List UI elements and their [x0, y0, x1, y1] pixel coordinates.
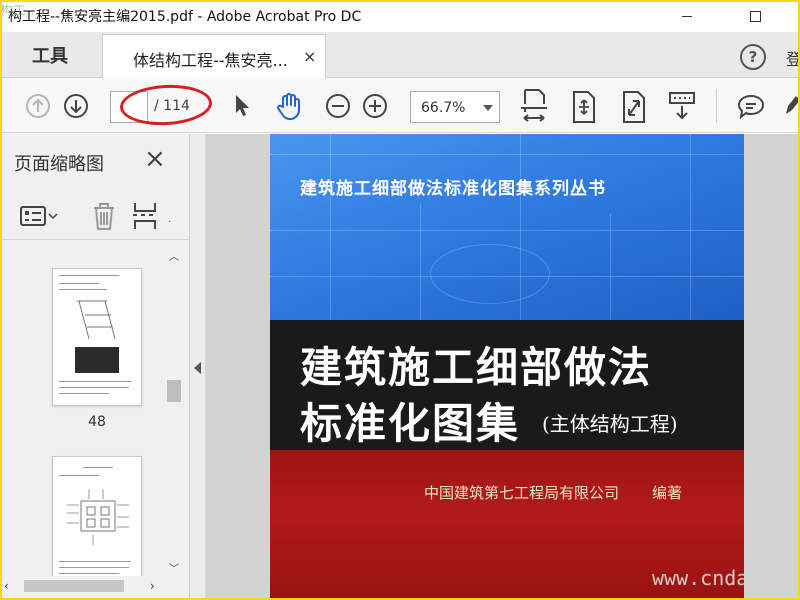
scroll-mode-icon [669, 92, 695, 120]
document-right-edge [792, 134, 800, 600]
thumbnail-options-button[interactable] [16, 200, 60, 232]
red-annotation-oval [119, 82, 213, 128]
signin-link[interactable]: 登 [786, 46, 800, 70]
window-title: 构工程--焦安亮主编2015.pdf - Adobe Acrobat Pro D… [8, 9, 362, 25]
chevron-right-icon[interactable]: › [150, 579, 155, 593]
tab-bar: 工具 体结构工程--焦安亮... × ? 登 [0, 32, 800, 78]
cover-editor-role: 编著 [652, 484, 683, 502]
collapse-left-icon [194, 362, 201, 374]
chevron-down-icon[interactable]: ﹀ [169, 560, 179, 575]
tab-tools[interactable]: 工具 [0, 32, 100, 78]
plus-circle-icon [363, 94, 387, 118]
insert-page-icon [133, 203, 156, 229]
chevron-left-icon[interactable]: ‹ [4, 579, 9, 593]
thumbnail-list: 48 [0, 246, 164, 576]
help-button[interactable]: ? [740, 44, 766, 70]
comment-button[interactable] [734, 91, 768, 123]
previous-page-button[interactable] [24, 92, 52, 120]
comment-icon [737, 94, 765, 120]
maximize-icon [749, 10, 761, 22]
chevron-up-icon[interactable]: ︿ [169, 248, 179, 263]
cover-subtitle: (主体结构工程) [542, 412, 678, 436]
maximize-button[interactable] [732, 2, 778, 30]
pdf-page-cover: 建筑施工细部做法标准化图集系列丛书 建筑施工细部做法 标准化图集 (主体结构工程… [270, 134, 744, 600]
cover-title-line2: 标准化图集 [300, 399, 521, 448]
pen-icon [786, 96, 800, 114]
pane-toolbar: . [0, 192, 190, 240]
pane-title: 页面缩略图 [14, 154, 104, 175]
chevron-down-icon [483, 105, 493, 111]
trash-icon [94, 203, 114, 230]
arrow-up-icon [26, 94, 50, 118]
page-thumbnail[interactable] [52, 268, 142, 406]
document-view[interactable]: 建筑施工细部做法标准化图集系列丛书 建筑施工细部做法 标准化图集 (主体结构工程… [206, 134, 800, 600]
thumbnail-page-number: 48 [88, 414, 106, 430]
full-screen-button[interactable] [618, 89, 650, 125]
thumbnail-drawing [77, 300, 116, 340]
cursor-arrow-icon [236, 95, 249, 116]
fit-page-button[interactable] [568, 89, 600, 125]
pane-collapse-handle[interactable] [190, 134, 206, 600]
minimize-icon [682, 15, 692, 17]
delete-page-button[interactable] [88, 200, 120, 232]
next-page-button[interactable] [62, 92, 90, 120]
cover-blue-section: 建筑施工细部做法标准化图集系列丛书 [270, 134, 744, 320]
tab-document-label: 体结构工程--焦安亮... [133, 51, 288, 70]
options-menu-icon [20, 206, 58, 226]
page-thumbnail[interactable] [52, 456, 142, 576]
title-bar: 构工程--焦安亮主编2015.pdf - Adobe Acrobat Pro D… [0, 0, 800, 32]
site-watermark: www.cndac [652, 566, 744, 590]
cover-title-line1: 建筑施工细部做法 [300, 343, 653, 392]
select-tool-button[interactable] [228, 91, 256, 121]
scrolling-mode-button[interactable] [666, 89, 698, 125]
minus-circle-icon [326, 94, 350, 118]
scrollbar-thumb[interactable] [24, 580, 124, 592]
page-thumbnails-pane: 页面缩略图 × . 48 ︿ ﹀ ‹ › [0, 134, 190, 600]
hand-tool-button[interactable] [272, 89, 306, 123]
thumbnail-vertical-scrollbar[interactable]: ︿ ﹀ [164, 246, 184, 576]
fit-width-button[interactable] [518, 87, 550, 127]
zoom-in-button[interactable] [361, 92, 389, 120]
arrow-down-icon [64, 94, 88, 118]
fit-width-icon [521, 89, 547, 122]
fit-page-icon [573, 91, 595, 123]
thumbnail-drawing [67, 489, 129, 545]
tab-document[interactable]: 体结构工程--焦安亮... × [102, 34, 326, 78]
tab-close-button[interactable]: × [303, 47, 316, 66]
toolbar: / 114 66.7% [0, 79, 800, 133]
hand-icon [277, 93, 300, 120]
pane-close-button[interactable]: × [144, 146, 166, 172]
minimize-button[interactable] [664, 2, 710, 30]
toolbar-separator [716, 89, 717, 123]
zoom-select[interactable]: 66.7% [410, 91, 500, 123]
expand-icon [623, 91, 645, 123]
zoom-out-button[interactable] [324, 92, 352, 120]
cover-publisher: 中国建筑第七工程局有限公司 [424, 484, 620, 502]
thumbnail-photo [75, 347, 119, 373]
insert-page-button[interactable] [130, 200, 160, 232]
zoom-value: 66.7% [421, 100, 466, 116]
thumbnail-horizontal-scrollbar[interactable]: ‹ › [0, 576, 164, 596]
title-watermark: 构工… [0, 4, 40, 19]
scrollbar-thumb[interactable] [167, 380, 181, 402]
more-tools-dot: . [168, 214, 172, 225]
cover-series-title: 建筑施工细部做法标准化图集系列丛书 [300, 179, 606, 199]
draw-button[interactable] [782, 91, 800, 121]
